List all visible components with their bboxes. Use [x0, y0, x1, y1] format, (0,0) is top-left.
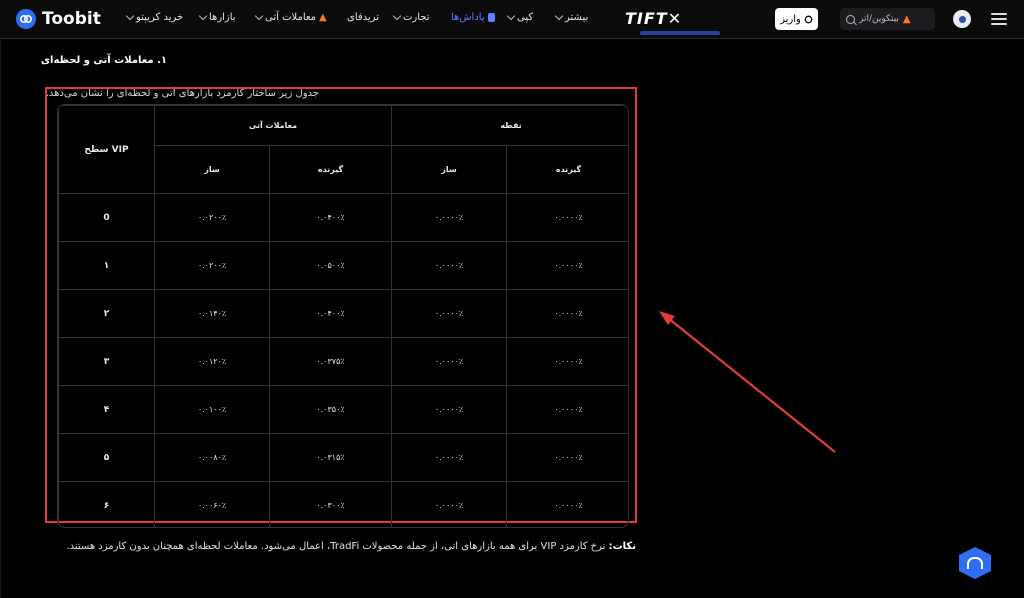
chevron-down-icon	[254, 11, 264, 21]
table-row: ۳ ۰.۰۱۲۰٪ ۰.۰۳۷۵٪ ۰.۰۰۰۰٪ ۰.۰۰۰۰٪	[58, 337, 628, 386]
nav-trade[interactable]: تجارت	[392, 11, 430, 23]
futures-taker-cell: ۰.۰۳۰۰٪	[268, 481, 393, 527]
nav-rewards-label: پاداش‌ها	[451, 12, 485, 23]
spot-header: نقطه	[391, 105, 628, 146]
nav-buy-crypto-label: خرید کریپتو	[136, 12, 184, 23]
search-placeholder: بیتکوین/اتر	[859, 14, 899, 24]
spot-maker-cell: ۰.۰۰۰۰٪	[391, 241, 508, 290]
section-title: ۱. معاملات آتی و لحظه‌ای	[40, 55, 167, 66]
spot-taker-cell: ۰.۰۰۰۰٪	[506, 433, 628, 482]
futures-maker-cell: ۰.۰۱۴۰٪	[154, 289, 270, 338]
nav-trade-label: تجارت	[403, 12, 430, 23]
chevron-down-icon	[554, 11, 564, 21]
futures-maker-cell: ۰.۰۱۰۰٪	[154, 385, 270, 434]
futures-maker-cell: ۰.۰۱۲۰٪	[154, 337, 270, 386]
spot-taker-header: گیرنده	[506, 145, 628, 194]
futures-maker-cell: ۰.۰۲۰۰٪	[154, 193, 270, 242]
search-icon	[846, 14, 855, 24]
nav-copy[interactable]: کپی	[506, 11, 534, 23]
futures-header: معاملات آتی	[153, 105, 393, 146]
menu-line	[991, 18, 1007, 20]
note-label: نکات:	[608, 541, 636, 552]
spot-taker-cell: ۰.۰۰۰۰٪	[506, 337, 628, 386]
nav-rewards[interactable]: پاداش‌ها	[451, 12, 495, 23]
nav-tradfi[interactable]: تریدفای	[347, 12, 379, 23]
search-input[interactable]: بیتکوین/اتر ▲	[840, 8, 935, 30]
vip-level-cell: ۳	[58, 337, 155, 386]
chevron-down-icon	[392, 11, 402, 21]
nav-tradfi-label: تریدفای	[347, 12, 379, 23]
table-row: 0 ۰.۰۲۰۰٪ ۰.۰۴۰۰٪ ۰.۰۰۰۰٪ ۰.۰۰۰۰٪	[58, 193, 628, 242]
spot-maker-cell: ۰.۰۰۰۰٪	[391, 289, 508, 338]
top-navbar: Toobit خرید کریپتو بازارها معاملات آتی ▲…	[0, 0, 1024, 39]
futures-taker-cell: ۰.۰۳۱۵٪	[268, 433, 393, 482]
spot-taker-cell: ۰.۰۰۰۰٪	[506, 385, 628, 434]
vip-level-cell: ۱	[58, 241, 155, 290]
avatar-head	[958, 15, 966, 23]
toobit-logo[interactable]: Toobit	[16, 8, 101, 30]
spot-taker-cell: ۰.۰۰۰۰٪	[506, 241, 628, 290]
spot-taker-cell: ۰.۰۰۰۰٪	[506, 481, 628, 527]
table-row: ۵ ۰.۰۰۸۰٪ ۰.۰۳۱۵٪ ۰.۰۰۰۰٪ ۰.۰۰۰۰٪	[58, 433, 628, 482]
deposit-icon	[804, 15, 813, 23]
chevron-down-icon	[506, 11, 516, 21]
futures-maker-cell: ۰.۰۲۰۰٪	[154, 241, 270, 290]
table-row: ۴ ۰.۰۱۰۰٪ ۰.۰۳۵۰٪ ۰.۰۰۰۰٪ ۰.۰۰۰۰٪	[58, 385, 628, 434]
fee-note: نکات: نرخ کارمزد VIP برای همه بازارهای آ…	[56, 541, 636, 552]
chevron-down-icon	[125, 11, 135, 21]
logo-text: Toobit	[42, 9, 101, 29]
futures-taker-cell: ۰.۰۳۵۰٪	[268, 385, 393, 434]
fire-icon: ▲	[902, 13, 911, 25]
brand-glow	[640, 31, 720, 35]
user-avatar-icon[interactable]	[953, 10, 971, 28]
menu-line	[991, 13, 1007, 15]
spot-maker-cell: ۰.۰۰۰۰٪	[391, 337, 508, 386]
tift-brand-logo: TIFT✕	[625, 9, 683, 28]
table-row: ۶ ۰.۰۰۶۰٪ ۰.۰۳۰۰٪ ۰.۰۰۰۰٪ ۰.۰۰۰۰٪	[58, 481, 628, 527]
headset-icon	[967, 557, 983, 569]
note-text: نرخ کارمزد VIP برای همه بازارهای آتی، از…	[66, 541, 606, 552]
futures-taker-header: گیرنده	[268, 145, 393, 194]
nav-futures[interactable]: معاملات آتی ▲	[254, 11, 327, 23]
futures-taker-cell: ۰.۰۳۷۵٪	[268, 337, 393, 386]
nav-buy-crypto[interactable]: خرید کریپتو	[125, 11, 184, 23]
chevron-down-icon	[198, 11, 208, 21]
futures-maker-cell: ۰.۰۰۶۰٪	[154, 481, 270, 527]
nav-markets[interactable]: بازارها	[198, 11, 236, 23]
table-row: ۱ ۰.۰۲۰۰٪ ۰.۰۵۰۰٪ ۰.۰۰۰۰٪ ۰.۰۰۰۰٪	[58, 241, 628, 290]
deposit-label: واریز	[780, 13, 801, 25]
vip-level-cell: ۲	[58, 289, 155, 338]
nav-copy-label: کپی	[517, 12, 534, 23]
futures-taker-cell: ۰.۰۵۰۰٪	[268, 241, 393, 290]
spot-maker-cell: ۰.۰۰۰۰٪	[391, 433, 508, 482]
nav-more[interactable]: بیشتر	[554, 11, 589, 23]
futures-taker-cell: ۰.۰۴۰۰٪	[268, 193, 393, 242]
spot-maker-header: ساز	[391, 145, 508, 194]
spot-taker-cell: ۰.۰۰۰۰٪	[506, 289, 628, 338]
spot-maker-cell: ۰.۰۰۰۰٪	[391, 193, 508, 242]
futures-taker-cell: ۰.۰۴۰۰٪	[268, 289, 393, 338]
nav-more-label: بیشتر	[565, 12, 589, 23]
table-row: ۲ ۰.۰۱۴۰٪ ۰.۰۴۰۰٪ ۰.۰۰۰۰٪ ۰.۰۰۰۰٪	[58, 289, 628, 338]
hamburger-icon[interactable]	[991, 13, 1007, 25]
spot-maker-cell: ۰.۰۰۰۰٪	[391, 481, 508, 527]
vip-level-cell: ۴	[58, 385, 155, 434]
vip-level-cell: ۵	[58, 433, 155, 482]
spot-taker-cell: ۰.۰۰۰۰٪	[506, 193, 628, 242]
medal-icon	[487, 13, 495, 22]
fire-icon: ▲	[319, 12, 327, 23]
toobit-logo-icon	[16, 9, 36, 29]
vip-level-header: سطح VIP	[58, 105, 155, 194]
nav-markets-label: بازارها	[209, 12, 236, 23]
futures-maker-cell: ۰.۰۰۸۰٪	[154, 433, 270, 482]
fee-table: سطح VIP معاملات آتی نقطه ساز گیرنده ساز …	[57, 104, 629, 528]
futures-maker-header: ساز	[154, 145, 270, 194]
vip-level-cell: 0	[58, 193, 155, 242]
nav-futures-label: معاملات آتی	[265, 12, 317, 23]
menu-line	[991, 23, 1007, 25]
deposit-button[interactable]: واریز	[775, 8, 818, 30]
vip-level-cell: ۶	[58, 481, 155, 527]
spot-maker-cell: ۰.۰۰۰۰٪	[391, 385, 508, 434]
